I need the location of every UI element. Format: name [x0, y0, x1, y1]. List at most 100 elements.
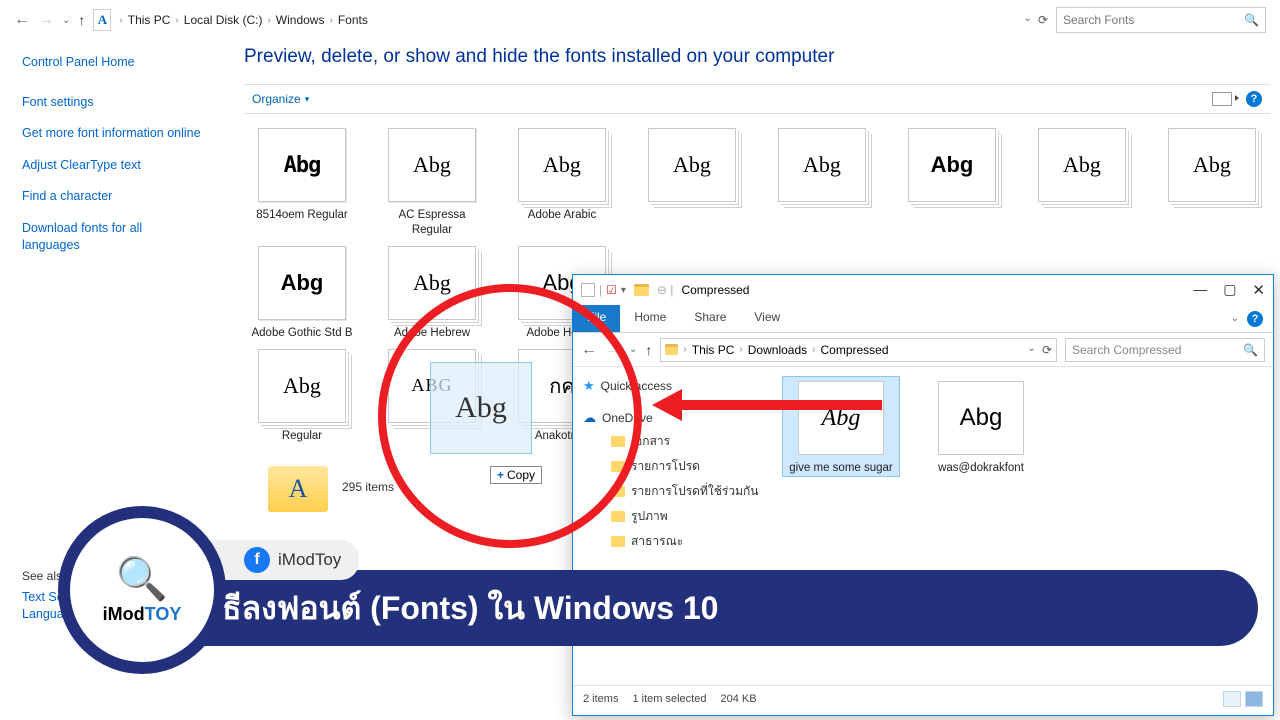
- folder-icon: [611, 536, 625, 547]
- star-icon: ★: [583, 378, 595, 394]
- plus-icon: +: [497, 468, 504, 482]
- file-item[interactable]: Abg was@dokrakfont: [923, 377, 1039, 476]
- font-label: Adobe Arabic: [528, 208, 596, 223]
- status-bar: 2 items 1 item selected 204 KB: [573, 685, 1273, 711]
- file-label: give me some sugar: [789, 461, 893, 476]
- help-icon[interactable]: ?: [1246, 91, 1262, 107]
- font-item[interactable]: Abg Regular: [244, 349, 360, 444]
- up-button[interactable]: ↑: [78, 12, 85, 28]
- font-sample: Abg: [518, 128, 606, 202]
- item-count: 295 items: [342, 480, 394, 494]
- font-item[interactable]: Abg: [1154, 128, 1270, 238]
- file-sample: Abg: [938, 381, 1024, 455]
- font-item[interactable]: Abg 8514oem Regular: [244, 128, 360, 238]
- font-sample: Abg: [258, 349, 346, 423]
- explorer-window-compressed[interactable]: | ☑ ▾ ⊖ | Compressed — ▢ ✕ File Home Sha…: [572, 274, 1274, 716]
- font-label: Adobe Hebrew: [394, 326, 470, 341]
- sidebar-item-cleartype[interactable]: Adjust ClearType text: [22, 157, 202, 175]
- folder-icon: [611, 436, 625, 447]
- forward-button[interactable]: →: [38, 11, 54, 29]
- file-label: was@dokrakfont: [938, 461, 1024, 476]
- font-sample: Abg: [258, 246, 346, 320]
- font-item[interactable]: Abg: [764, 128, 880, 238]
- refresh-icon[interactable]: ⟳: [1038, 13, 1048, 27]
- font-item[interactable]: Abg: [894, 128, 1010, 238]
- help-icon[interactable]: ?: [1247, 311, 1263, 327]
- font-item[interactable]: Abg Adobe Arabic: [504, 128, 620, 238]
- sidebar-item-font-settings[interactable]: Font settings: [22, 94, 202, 112]
- font-item[interactable]: Abg Adobe Hebrew: [374, 246, 490, 341]
- sidebar-item-more-font-info[interactable]: Get more font information online: [22, 125, 202, 143]
- sidebar-item-find-character[interactable]: Find a character: [22, 188, 202, 206]
- forward-button[interactable]: →: [605, 341, 621, 359]
- up-button[interactable]: ↑: [645, 342, 652, 358]
- folder-icon: [665, 344, 678, 355]
- font-label: 8514oem Regular: [256, 208, 347, 223]
- magnifier-icon: 🔍: [116, 555, 168, 604]
- ribbon-collapse-icon[interactable]: ⌄: [1231, 313, 1239, 324]
- font-sample: Abg: [1038, 128, 1126, 202]
- view-options-icon[interactable]: [1212, 92, 1232, 106]
- address-bar: ← → ⌄ ↑ A › This PC› Local Disk (C:)› Wi…: [0, 0, 1280, 40]
- folder-icon: [611, 461, 625, 472]
- breadcrumb[interactable]: › This PC› Downloads› Compressed ⌄ ⟳: [660, 338, 1057, 362]
- font-item[interactable]: Abg AC Espressa Regular: [374, 128, 490, 238]
- history-dropdown-icon[interactable]: ⌄: [62, 15, 70, 26]
- font-item[interactable]: Abg: [634, 128, 750, 238]
- font-label: Adobe Gothic Std B: [251, 326, 352, 341]
- back-button[interactable]: ←: [14, 11, 30, 29]
- font-item[interactable]: ABG: [374, 349, 490, 444]
- fonts-location-icon: A: [93, 9, 111, 31]
- title-bar[interactable]: | ☑ ▾ ⊖ | Compressed — ▢ ✕: [573, 275, 1273, 305]
- font-sample: Abg: [388, 128, 476, 202]
- close-button[interactable]: ✕: [1252, 281, 1265, 299]
- facebook-icon: f: [244, 547, 270, 573]
- folder-icon: [634, 284, 649, 296]
- maximize-button[interactable]: ▢: [1223, 281, 1236, 299]
- file-item[interactable]: Abg give me some sugar: [783, 377, 899, 476]
- font-label: Regular: [282, 429, 322, 444]
- fonts-folder-thumbnail: A: [268, 466, 328, 512]
- large-icons-view-icon[interactable]: [1245, 691, 1263, 707]
- tab-home[interactable]: Home: [620, 305, 680, 332]
- onedrive-icon: ☁: [583, 410, 596, 426]
- file-sample: Abg: [798, 381, 884, 455]
- qat-check-icon[interactable]: ☑: [606, 283, 617, 297]
- folder-icon: [611, 511, 625, 522]
- qat-icon[interactable]: [581, 283, 595, 297]
- minimize-button[interactable]: —: [1193, 281, 1207, 299]
- font-item[interactable]: Abg: [1024, 128, 1140, 238]
- breadcrumb[interactable]: › This PC› Local Disk (C:)› Windows› Fon…: [119, 13, 1015, 27]
- address-dropdown-icon[interactable]: ⌄: [1024, 13, 1032, 27]
- search-icon: 🔍: [1244, 13, 1259, 27]
- font-sample: Abg: [258, 128, 346, 202]
- window-title: Compressed: [681, 283, 749, 297]
- history-dropdown-icon[interactable]: ⌄: [629, 344, 637, 355]
- font-sample: Abg: [1168, 128, 1256, 202]
- toolbar: Organize▾ ?: [244, 84, 1270, 114]
- font-sample: Abg: [388, 246, 476, 320]
- organize-button[interactable]: Organize▾: [252, 92, 309, 106]
- search-icon: 🔍: [1243, 343, 1258, 357]
- sidebar-item-download-fonts[interactable]: Download fonts for all languages: [22, 220, 202, 255]
- font-label: AC Espressa Regular: [377, 208, 487, 238]
- tab-share[interactable]: Share: [680, 305, 740, 332]
- control-panel-home-link[interactable]: Control Panel Home: [22, 54, 202, 72]
- tab-view[interactable]: View: [740, 305, 794, 332]
- page-title: Preview, delete, or show and hide the fo…: [244, 46, 1270, 68]
- address-dropdown-icon[interactable]: ⌄: [1028, 343, 1036, 357]
- font-item[interactable]: Abg Adobe Gothic Std B: [244, 246, 360, 341]
- back-button[interactable]: ←: [581, 341, 597, 359]
- details-view-icon[interactable]: [1223, 691, 1241, 707]
- search-input[interactable]: Search Compressed 🔍: [1065, 338, 1265, 362]
- font-sample: Abg: [648, 128, 736, 202]
- author-pill: f iModToy: [210, 540, 359, 580]
- tab-file[interactable]: File: [573, 305, 620, 332]
- font-sample: Abg: [778, 128, 866, 202]
- search-input[interactable]: Search Fonts 🔍: [1056, 7, 1266, 33]
- font-sample: Abg: [908, 128, 996, 202]
- refresh-icon[interactable]: ⟳: [1042, 343, 1052, 357]
- folder-icon: [611, 486, 625, 497]
- copy-badge: + Copy: [490, 466, 542, 484]
- title-banner: วิธีลงฟอนต์ (Fonts) ใน Windows 10: [178, 570, 1258, 646]
